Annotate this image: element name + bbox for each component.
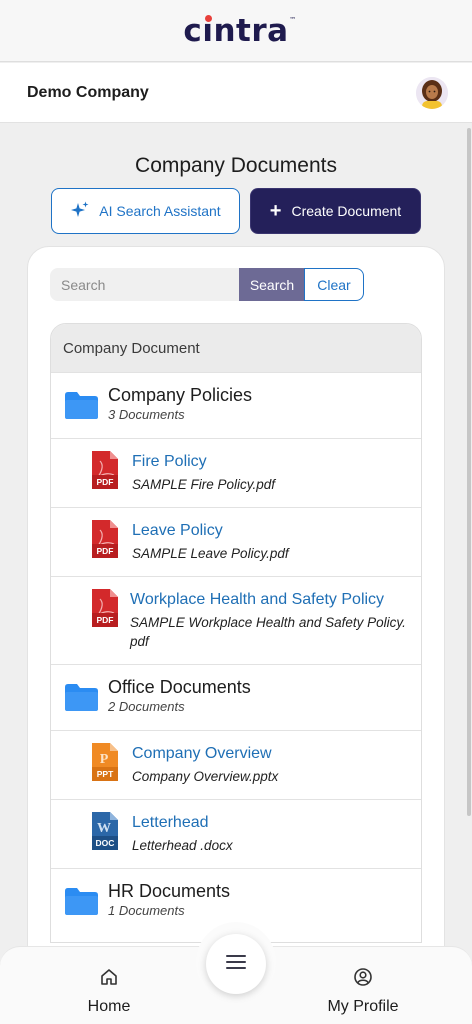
file-row-company-overview[interactable]: P PPT Company Overview Company Overview.…: [51, 730, 421, 799]
file-title-link[interactable]: Company Overview: [132, 745, 272, 763]
company-name: Demo Company: [27, 83, 149, 101]
nav-my-profile[interactable]: My Profile: [318, 967, 408, 1016]
svg-text:PDF: PDF: [97, 477, 114, 487]
profile-icon: [353, 967, 373, 992]
file-title-link[interactable]: Leave Policy: [132, 522, 223, 540]
folder-count: 1 Documents: [108, 903, 185, 918]
folder-icon: [65, 684, 98, 711]
search-button[interactable]: Search: [239, 268, 305, 301]
file-row-fire-policy[interactable]: PDF Fire Policy SAMPLE Fire Policy.pdf: [51, 438, 421, 507]
folder-title: Company Policies: [108, 385, 253, 405]
hamburger-icon: [225, 953, 247, 976]
file-name: SAMPLE Leave Policy.pdf: [132, 546, 289, 561]
file-name: SAMPLE Workplace Health and Safety Polic…: [130, 615, 406, 649]
svg-text:PPT: PPT: [97, 769, 114, 779]
folder-count: 3 Documents: [108, 407, 185, 422]
list-header: Company Document: [51, 324, 421, 372]
nav-my-profile-label: My Profile: [327, 998, 399, 1015]
pdf-file-icon: PDF: [92, 520, 118, 558]
file-row-workplace-health-safety[interactable]: PDF Workplace Health and Safety Policy S…: [51, 576, 421, 664]
create-document-button[interactable]: + Create Document: [250, 188, 421, 234]
ai-search-assistant-button[interactable]: AI Search Assistant: [51, 188, 240, 234]
ai-search-assistant-label: AI Search Assistant: [99, 203, 221, 219]
svg-text:P: P: [100, 752, 109, 767]
doc-file-icon: W DOC: [92, 812, 118, 850]
folder-icon: [65, 888, 98, 915]
file-name: SAMPLE Fire Policy.pdf: [132, 477, 276, 492]
file-title-link[interactable]: Workplace Health and Safety Policy: [130, 591, 384, 609]
file-row-leave-policy[interactable]: PDF Leave Policy SAMPLE Leave Policy.pdf: [51, 507, 421, 576]
sparkle-icon: [70, 200, 90, 223]
document-list: Company Document Company Policies 3 Docu…: [50, 323, 422, 943]
nav-home[interactable]: Home: [80, 967, 138, 1016]
page-scrollbar[interactable]: [467, 128, 471, 816]
nav-home-label: Home: [87, 998, 131, 1015]
clear-button[interactable]: Clear: [304, 268, 364, 301]
search-input[interactable]: [50, 268, 240, 301]
svg-text:W: W: [97, 821, 111, 836]
page-title: Company Documents: [135, 154, 337, 177]
svg-text:PDF: PDF: [97, 615, 114, 625]
svg-text:PDF: PDF: [97, 546, 114, 556]
folder-icon: [65, 392, 98, 419]
folder-count: 2 Documents: [108, 699, 185, 714]
file-title-link[interactable]: Fire Policy: [132, 453, 207, 471]
file-title-link[interactable]: Letterhead: [132, 814, 209, 832]
file-name: Company Overview.pptx: [132, 769, 279, 784]
folder-title: Office Documents: [108, 677, 251, 697]
folder-title: HR Documents: [108, 881, 231, 901]
avatar[interactable]: [416, 76, 448, 109]
create-document-label: Create Document: [291, 203, 402, 219]
company-bar: Demo Company: [0, 63, 472, 123]
menu-button[interactable]: [206, 934, 266, 994]
plus-icon: +: [269, 200, 282, 222]
home-icon: [99, 967, 119, 992]
folder-row-company-policies[interactable]: Company Policies 3 Documents: [51, 372, 421, 438]
folder-row-office-documents[interactable]: Office Documents 2 Documents: [51, 664, 421, 730]
file-row-letterhead[interactable]: W DOC Letterhead Letterhead .docx: [51, 799, 421, 868]
svg-text:DOC: DOC: [96, 838, 115, 848]
file-name: Letterhead .docx: [132, 838, 233, 853]
pdf-file-icon: PDF: [92, 589, 118, 627]
ppt-file-icon: P PPT: [92, 743, 118, 781]
pdf-file-icon: PDF: [92, 451, 118, 489]
app-header: cıntra ™: [0, 0, 472, 62]
cintra-logo[interactable]: cıntra ™: [183, 13, 296, 49]
